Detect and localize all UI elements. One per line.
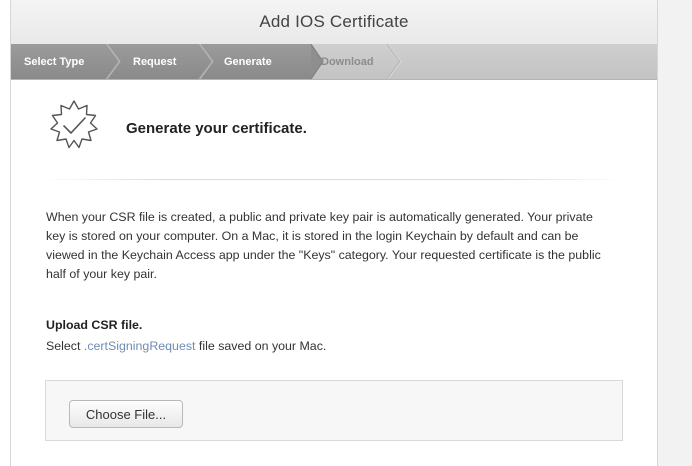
- step-chevron-2: [198, 44, 213, 79]
- step-generate[interactable]: Generate: [224, 44, 272, 79]
- upload-instructions: Select .certSigningRequest file saved on…: [46, 339, 326, 353]
- certificate-panel: Add IOS Certificate Select Type Request …: [10, 0, 658, 466]
- divider: [43, 179, 623, 180]
- step-label: Select Type: [24, 55, 85, 68]
- page-gutter: [657, 0, 692, 466]
- step-chevron-4: [386, 44, 401, 79]
- step-label: Generate: [224, 55, 272, 68]
- step-label: Download: [321, 55, 374, 68]
- description-text: When your CSR file is created, a public …: [46, 210, 601, 281]
- step-select-type[interactable]: Select Type: [24, 44, 84, 79]
- page-header: Add IOS Certificate: [11, 0, 657, 45]
- step-download: Download: [321, 44, 374, 79]
- file-extension: .certSigningRequest: [83, 339, 196, 353]
- step-chevron-1: [105, 44, 120, 79]
- file-upload-area: Choose File...: [45, 380, 623, 441]
- upload-instructions-suffix: file saved on your Mac.: [195, 339, 327, 353]
- choose-file-button[interactable]: Choose File...: [69, 400, 183, 428]
- certificate-checkmark-icon: [50, 100, 98, 149]
- main-content: Generate your certificate. When your CSR…: [11, 80, 657, 466]
- step-request[interactable]: Request: [133, 44, 176, 79]
- section-heading: Generate your certificate.: [126, 120, 307, 137]
- step-progress-bar: Select Type Request Generate Download: [11, 44, 657, 80]
- upload-instructions-prefix: Select: [46, 339, 84, 353]
- page-title: Add IOS Certificate: [259, 12, 409, 31]
- upload-heading: Upload CSR file.: [46, 318, 143, 332]
- step-label: Request: [133, 55, 177, 68]
